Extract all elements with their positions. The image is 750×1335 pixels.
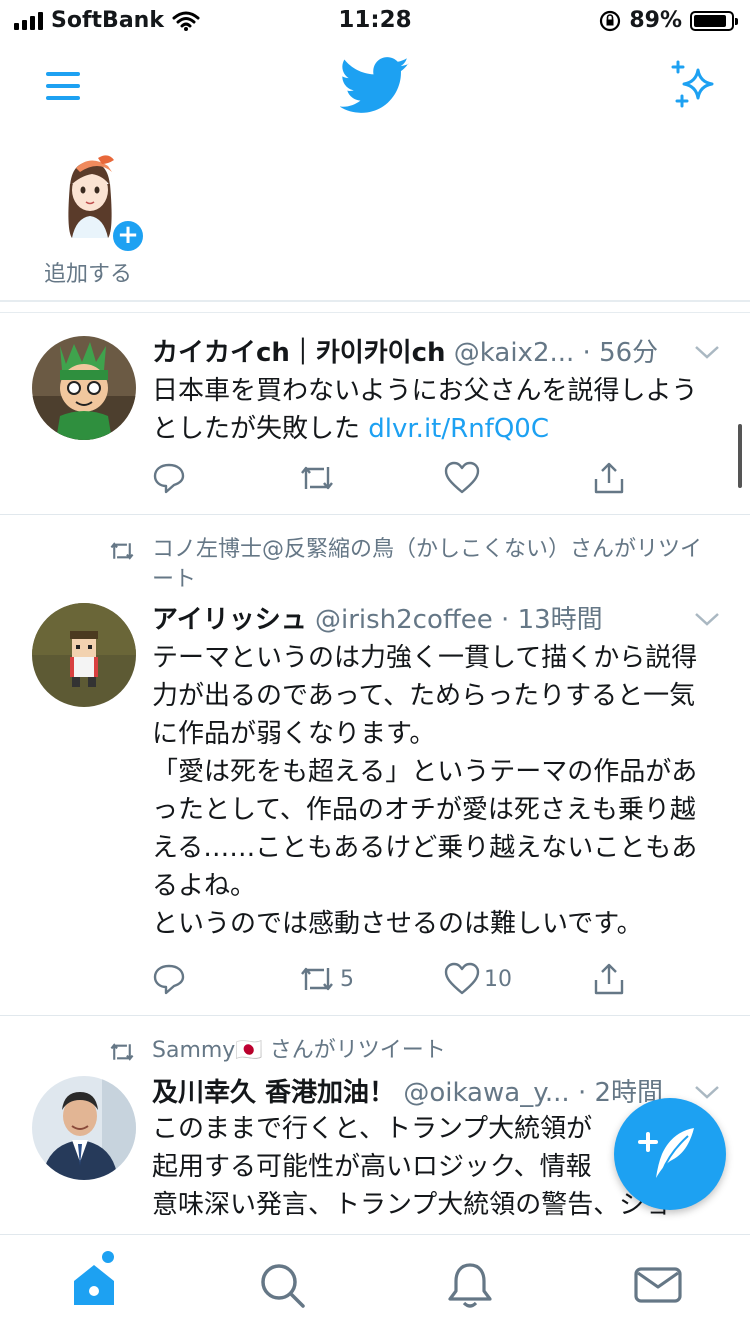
share-icon bbox=[594, 963, 624, 995]
compose-tweet-button[interactable] bbox=[614, 1098, 726, 1210]
username[interactable]: @oikawa_y... bbox=[403, 1078, 569, 1108]
like-button[interactable] bbox=[444, 460, 484, 496]
timestamp[interactable]: · 56分 bbox=[583, 338, 659, 368]
like-button[interactable]: 10 bbox=[444, 961, 512, 997]
retweet-button[interactable] bbox=[298, 460, 340, 496]
avatar[interactable] bbox=[32, 1076, 136, 1180]
status-right: 89% bbox=[599, 8, 738, 33]
retweet-count: 5 bbox=[340, 966, 354, 992]
tweet-text: テーマというのは力強く一貫して描くから説得力が出るのであって、ためらったりすると… bbox=[152, 643, 698, 939]
twitter-bird-icon[interactable] bbox=[340, 56, 410, 116]
battery-percent: 89% bbox=[629, 8, 682, 33]
battery-fill bbox=[694, 14, 727, 27]
avatar[interactable] bbox=[32, 603, 136, 707]
retweet-icon bbox=[110, 1043, 134, 1061]
chevron-down-icon[interactable] bbox=[694, 611, 720, 627]
chevron-down-icon[interactable] bbox=[694, 344, 720, 360]
bottom-tab-bar bbox=[0, 1234, 750, 1335]
sparkle-icon[interactable] bbox=[668, 60, 720, 112]
retweet-context: Sammy🇯🇵 さんがリツイート bbox=[108, 1036, 720, 1066]
username[interactable]: @irish2coffee bbox=[315, 605, 493, 635]
unread-dot bbox=[102, 1251, 114, 1263]
compose-feather-icon bbox=[638, 1128, 694, 1178]
retweet-icon bbox=[110, 542, 134, 560]
heart-icon bbox=[444, 962, 480, 995]
status-bar: SoftBank 11:28 89% bbox=[0, 0, 750, 42]
heart-icon bbox=[444, 461, 480, 494]
bell-icon[interactable] bbox=[444, 1259, 496, 1311]
top-nav-bar bbox=[0, 42, 750, 130]
home-icon[interactable] bbox=[68, 1259, 120, 1311]
like-count: 10 bbox=[484, 966, 512, 992]
reply-icon bbox=[153, 463, 185, 494]
hamburger-icon[interactable] bbox=[44, 68, 84, 104]
mail-icon[interactable] bbox=[632, 1259, 684, 1311]
reply-button[interactable] bbox=[152, 961, 186, 997]
tweet-text: 日本車を買わないようにお父さんを説得しようとしたが失敗した dlvr.it/Rn… bbox=[152, 372, 720, 448]
avatar[interactable] bbox=[32, 336, 136, 440]
retweet-context: コノ左博士@反緊縮の鳥（かしこくない）さんがリツイート bbox=[108, 535, 720, 595]
share-button[interactable] bbox=[592, 961, 626, 997]
scroll-indicator[interactable] bbox=[738, 424, 742, 488]
fleets-bar: + 追加する bbox=[0, 130, 750, 302]
tweet-link[interactable]: dlvr.it/RnfQ0C bbox=[368, 414, 549, 444]
add-fleet-button[interactable]: + bbox=[110, 218, 146, 254]
share-button[interactable] bbox=[592, 460, 626, 496]
display-name[interactable]: 及川幸久 香港加油！ bbox=[152, 1078, 395, 1108]
retweet-icon bbox=[301, 466, 333, 490]
tweet-header: カイカイch｜카이카이ch @kaix2... · 56分 bbox=[152, 332, 720, 370]
tweet[interactable]: カイカイch｜카이카이ch @kaix2... · 56分 日本車を買わないよう… bbox=[0, 312, 750, 515]
reply-icon bbox=[153, 964, 185, 995]
search-icon[interactable] bbox=[256, 1259, 308, 1311]
display-name[interactable]: カイカイch｜카이카이ch bbox=[152, 338, 446, 368]
chevron-down-icon[interactable] bbox=[694, 1084, 720, 1100]
tweet-actions bbox=[152, 460, 680, 496]
tweet[interactable]: コノ左博士@反緊縮の鳥（かしこくない）さんがリツイート アイリッシュ @iris… bbox=[0, 515, 750, 1016]
orientation-lock-icon bbox=[600, 10, 621, 31]
timestamp[interactable]: · 13時間 bbox=[501, 605, 603, 635]
retweeted-by-label[interactable]: Sammy🇯🇵 さんがリツイート bbox=[108, 1036, 720, 1066]
retweet-button[interactable]: 5 bbox=[298, 961, 354, 997]
retweeted-by-label[interactable]: コノ左博士@反緊縮の鳥（かしこくない）さんがリツイート bbox=[108, 535, 720, 595]
display-name[interactable]: アイリッシュ bbox=[152, 605, 307, 635]
retweet-icon bbox=[301, 967, 333, 991]
username[interactable]: @kaix2... bbox=[454, 338, 574, 368]
tweet-actions: 5 10 bbox=[152, 961, 680, 997]
tweet-header: アイリッシュ @irish2coffee · 13時間 bbox=[152, 599, 720, 637]
add-fleet-label: 追加する bbox=[43, 262, 132, 287]
reply-button[interactable] bbox=[152, 460, 186, 496]
battery-icon bbox=[690, 10, 738, 31]
tweet-header: 及川幸久 香港加油！ @oikawa_y... · 2時間 bbox=[152, 1072, 720, 1110]
share-icon bbox=[594, 462, 624, 494]
